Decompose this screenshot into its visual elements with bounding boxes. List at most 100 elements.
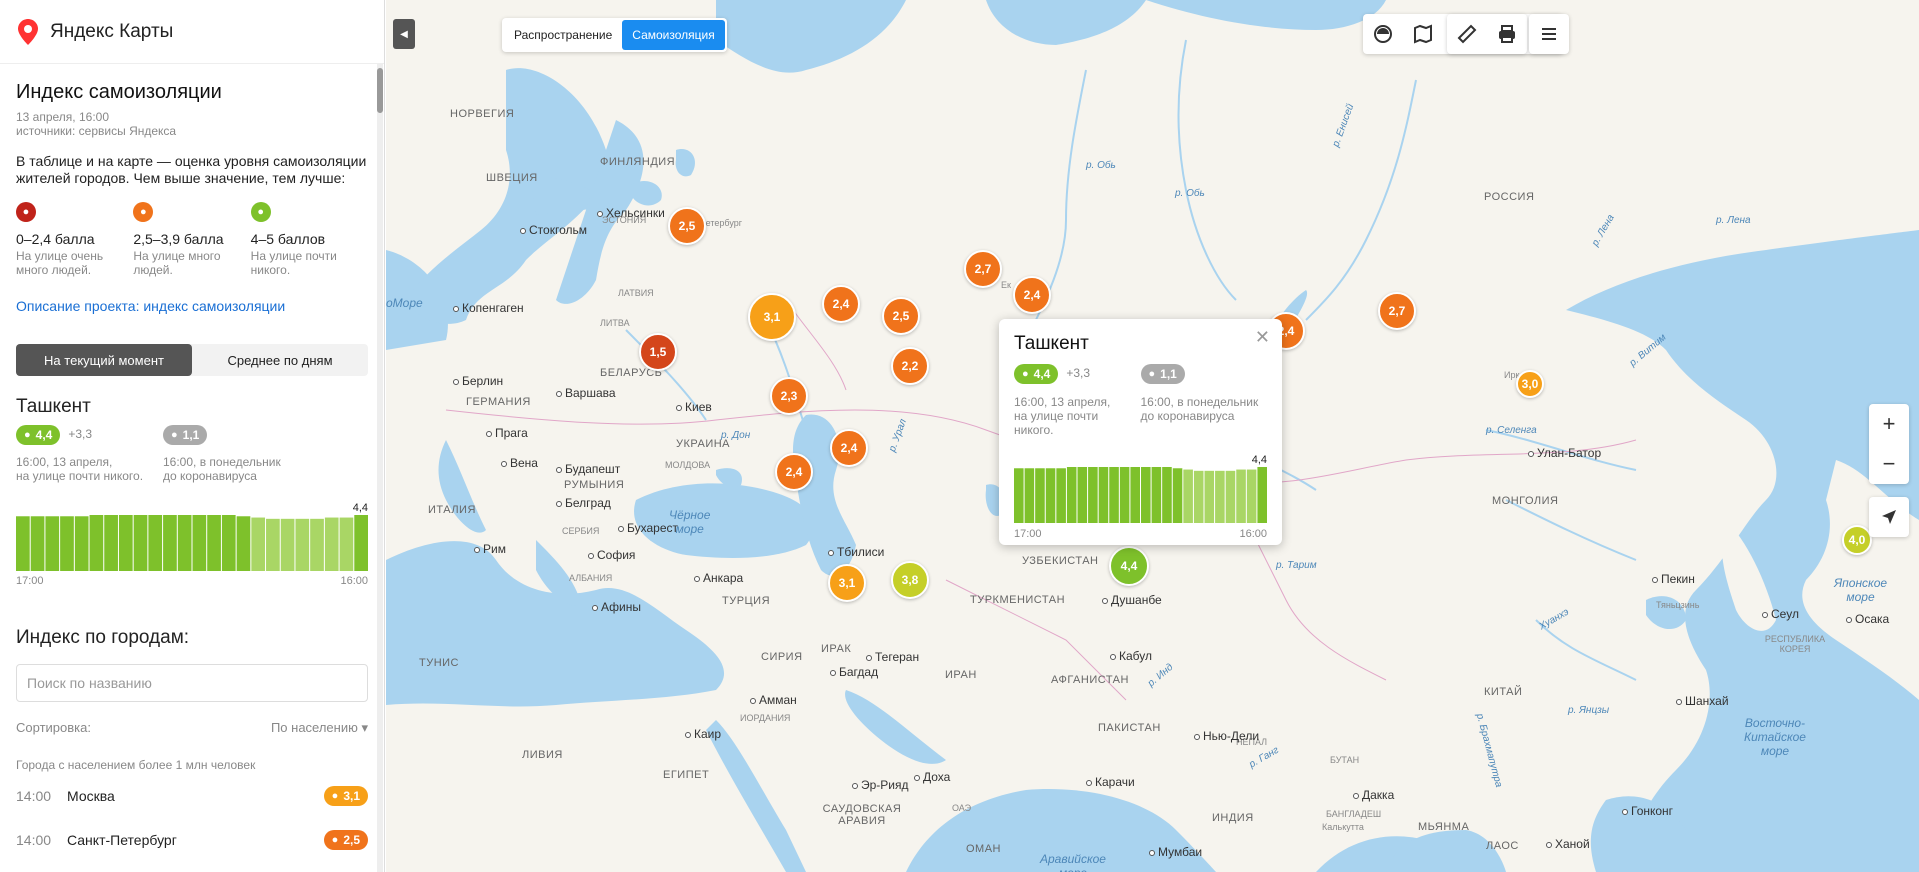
chart-bar <box>1119 467 1130 523</box>
chart-bar <box>1236 469 1246 523</box>
map-marker[interactable]: 2,4 <box>822 285 860 323</box>
map-marker[interactable]: 2,4 <box>830 429 868 467</box>
project-description-link[interactable]: Описание проекта: индекс самоизоляции <box>16 298 368 314</box>
country-label: КИТАЙ <box>1484 686 1523 698</box>
city-label: Тегеран <box>866 650 919 664</box>
city-index-badge: ● 3,1 <box>323 786 368 806</box>
country-label: УЗБЕКИСТАН <box>1022 555 1099 567</box>
chart-bar <box>1066 467 1077 523</box>
page-description: В таблице и на карте — оценка уровня сам… <box>16 153 367 186</box>
country-label: ТУРКМЕНИСТАН <box>970 594 1066 606</box>
mode-current-button[interactable]: На текущий момент <box>16 344 192 376</box>
map-marker[interactable]: 2,7 <box>1378 292 1416 330</box>
isolation-layer-button[interactable]: Самоизоляция <box>622 20 725 50</box>
city-label: Ек <box>1001 280 1011 290</box>
collapse-sidebar-button[interactable]: ◀ <box>393 19 415 49</box>
city-index-value: 3,1 <box>343 789 360 803</box>
map-marker[interactable]: 2,3 <box>770 377 808 415</box>
country-label: РОССИЯ <box>1484 191 1535 203</box>
city-label: Анкара <box>694 571 743 585</box>
mode-switch: На текущий момент Среднее по дням <box>16 344 368 376</box>
popup-index-value: 4,4 <box>1033 367 1051 381</box>
popup-baseline-badge: ● 1,1 <box>1140 364 1185 384</box>
chart-bar <box>324 517 339 571</box>
chart-bar <box>16 516 30 571</box>
chart-bar <box>1225 470 1236 523</box>
close-icon[interactable]: ✕ <box>1255 327 1270 348</box>
traffic-map-button[interactable] <box>1403 14 1443 54</box>
map-marker[interactable]: 4,4 <box>1109 546 1149 586</box>
legend-range: 4–5 баллов <box>250 231 326 247</box>
country-label: НОРВЕГИЯ <box>450 108 515 120</box>
menu-icon <box>1542 28 1556 40</box>
list-item[interactable]: 14:00 Санкт-Петербург ● 2,5 <box>16 820 368 860</box>
map-marker[interactable]: 3,0 <box>1516 370 1544 398</box>
cities-section-title: Индекс по городам: <box>16 627 190 648</box>
country-label: ГЕРМАНИЯ <box>466 396 531 408</box>
layers-button[interactable] <box>1363 14 1403 54</box>
map-marker[interactable]: 2,4 <box>1013 276 1051 314</box>
legend-note: На улице много людей. <box>133 249 221 277</box>
city-label: Ханой <box>1546 837 1590 851</box>
zoom-in-button[interactable]: + <box>1869 404 1909 444</box>
map-marker[interactable]: 2,2 <box>891 347 929 385</box>
map-marker[interactable]: 3,1 <box>828 564 866 602</box>
chart-bar <box>1024 468 1035 523</box>
chart-bar <box>295 518 310 571</box>
chart-bar <box>221 515 236 571</box>
map-marker[interactable]: 3,1 <box>748 293 796 341</box>
locate-button[interactable] <box>1869 497 1909 537</box>
chart-bar <box>163 515 177 571</box>
mode-average-button[interactable]: Среднее по дням <box>192 344 368 376</box>
map-marker[interactable]: 2,7 <box>964 250 1002 288</box>
person-icon: ● <box>1022 368 1029 380</box>
bar-chart-svg <box>16 515 368 571</box>
city-index-note: 16:00, 13 апреля, на улице почти никого. <box>16 455 144 483</box>
country-label: МЬЯНМА <box>1418 821 1470 833</box>
app-title[interactable]: Яндекс Карты <box>50 21 173 43</box>
menu-toolbar <box>1529 14 1569 54</box>
city-label: Варшава <box>556 386 616 400</box>
person-icon: ● <box>24 429 31 441</box>
sidebar-scrollbar[interactable] <box>377 64 383 872</box>
map-marker[interactable]: 2,4 <box>775 453 813 491</box>
country-label: ЛАОС <box>1486 840 1519 852</box>
sort-dropdown[interactable]: По населению ▾ <box>271 720 368 736</box>
legend-item-low: ● 0–2,4 балла На улице очень много людей… <box>16 202 133 277</box>
ruler-button[interactable] <box>1447 14 1487 54</box>
chart-bar <box>1204 470 1215 523</box>
map-marker[interactable]: 2,5 <box>668 207 706 245</box>
ruler-icon <box>1457 24 1477 44</box>
person-icon: ● <box>133 202 154 222</box>
zoom-out-button[interactable]: − <box>1869 444 1909 484</box>
country-label: БУТАН <box>1330 755 1360 765</box>
city-label: Белград <box>556 496 611 510</box>
yandex-maps-logo-icon[interactable] <box>18 18 38 45</box>
popup-title: Ташкент <box>1014 333 1089 354</box>
person-icon: ● <box>1148 368 1156 380</box>
city-label: Афины <box>592 600 641 614</box>
map-marker[interactable]: 1,5 <box>639 333 677 371</box>
city-index-value: 2,5 <box>343 833 360 847</box>
city-index-value: 4,4 <box>35 428 53 442</box>
list-item[interactable]: 14:00 Москва ● 3,1 <box>16 776 368 816</box>
city-label: Карачи <box>1086 775 1135 789</box>
scrollbar-thumb[interactable] <box>377 68 383 113</box>
city-label: Амман <box>750 693 797 707</box>
map-marker[interactable]: 2,5 <box>882 297 920 335</box>
chart-bar <box>1215 470 1225 523</box>
spread-layer-button[interactable]: Распространение <box>504 20 622 50</box>
menu-button[interactable] <box>1529 14 1569 54</box>
stat-now: ● 4,4 +3,3 16:00, 13 апреля, на улице почт… <box>16 425 163 483</box>
legend-item-mid: ● 2,5–3,9 балла На улице много людей. <box>133 202 250 277</box>
chart-bar <box>45 516 60 571</box>
city-popup: ✕ Ташкент ● 4,4 +3,3 16:00, 13 апреля, на … <box>999 319 1282 545</box>
layers-icon <box>1374 25 1392 43</box>
map-marker[interactable]: 3,8 <box>891 561 929 599</box>
print-button[interactable] <box>1487 14 1527 54</box>
sidebar: Яндекс Карты Индекс самоизоляции 13 апре… <box>0 0 385 872</box>
map[interactable]: НОРВЕГИЯ ФИНЛЯНДИЯ ШВЕЦИЯ ЭСТОНИЯ ЛАТВИЯ… <box>386 0 1919 872</box>
city-search-input[interactable] <box>16 664 368 702</box>
popup-stat-baseline: ● 1,1 16:00, в понедельник до коронавирус… <box>1140 364 1268 437</box>
map-marker[interactable]: 4,0 <box>1842 525 1872 555</box>
